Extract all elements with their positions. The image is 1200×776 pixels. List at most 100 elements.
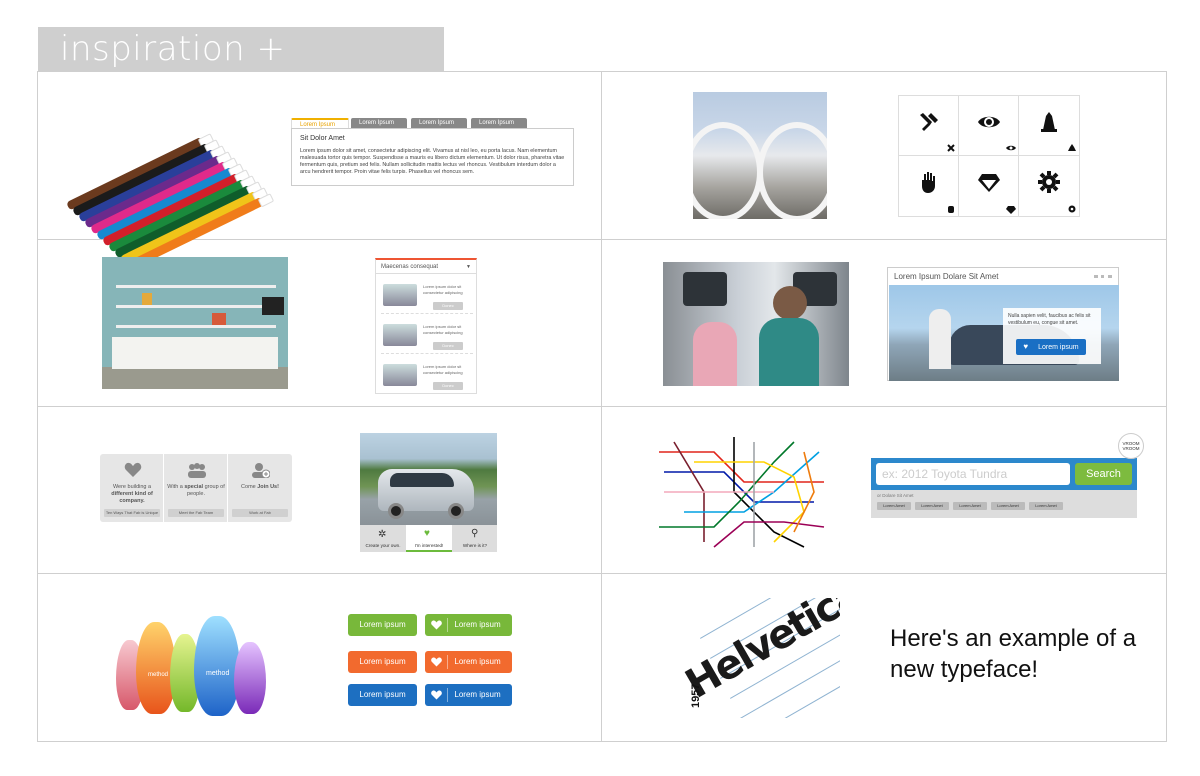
eye-icon bbox=[978, 116, 1000, 128]
heart-icon: ♥ bbox=[1023, 342, 1029, 351]
more-icon[interactable] bbox=[1094, 275, 1112, 278]
tab[interactable]: Lorem Ipsum bbox=[471, 118, 527, 128]
shelves-photo bbox=[102, 257, 288, 389]
lorem-heart-button-blue[interactable]: Lorem ipsum bbox=[425, 684, 512, 706]
donec-button[interactable]: Donec bbox=[433, 382, 463, 390]
lorem-heart-button-orange[interactable]: Lorem ipsum bbox=[425, 651, 512, 673]
icon-cell[interactable] bbox=[899, 156, 959, 216]
person-body bbox=[759, 318, 819, 386]
icon-grid bbox=[898, 95, 1080, 217]
ad-title: Lorem Ipsum Dolare Sit Amet bbox=[894, 272, 999, 281]
donec-button[interactable]: Donec bbox=[433, 302, 463, 310]
car-interior-photo bbox=[663, 262, 849, 386]
building-photo bbox=[693, 92, 827, 219]
lorem-button-green[interactable]: Lorem ipsum bbox=[348, 614, 417, 636]
van-option-interested[interactable]: ♥ I'm interested! bbox=[406, 525, 452, 552]
typeface-caption: Here's an example of a new typeface! bbox=[890, 625, 1137, 683]
lorem-button-blue[interactable]: Lorem ipsum bbox=[348, 684, 417, 706]
search-input[interactable]: ex: 2012 Toyota Tundra bbox=[876, 463, 1070, 485]
search-chip[interactable]: Lorem Amet bbox=[877, 502, 911, 510]
car-thumbnail bbox=[383, 324, 417, 346]
van-widget: ✲ Create your own. ♥ I'm interested! ⚲ W… bbox=[360, 433, 497, 552]
list-item[interactable]: Lorem ipsum dolor sit consectetur adipis… bbox=[381, 280, 473, 314]
people-shape bbox=[929, 309, 951, 369]
close-icon bbox=[947, 144, 955, 152]
heart-icon bbox=[431, 690, 442, 700]
fab-button[interactable]: Work at Fab bbox=[232, 509, 288, 517]
fab-column: Come Join Us! Work at Fab bbox=[228, 454, 292, 522]
ad-text: Nulla sapien velit, faucibus ac felis si… bbox=[1008, 313, 1091, 326]
ad-textbox: Nulla sapien velit, faucibus ac felis si… bbox=[1003, 308, 1101, 364]
icon-cell[interactable] bbox=[959, 156, 1019, 216]
search-chip[interactable]: Lorem Amet bbox=[915, 502, 949, 510]
shelf bbox=[116, 285, 276, 288]
screen bbox=[683, 272, 727, 306]
car-thumbnail bbox=[383, 364, 417, 386]
map-pin-icon: ⚲ bbox=[471, 528, 479, 539]
gear-icon bbox=[1038, 171, 1060, 193]
tab[interactable]: Lorem Ipsum bbox=[351, 118, 407, 128]
fab-text: With a special group of people. bbox=[167, 484, 225, 497]
donec-button[interactable]: Donec bbox=[433, 342, 463, 350]
diamond-icon bbox=[978, 174, 1000, 192]
van-option-create[interactable]: ✲ Create your own. bbox=[360, 525, 406, 552]
lorem-heart-button-green[interactable]: Lorem ipsum bbox=[425, 614, 512, 636]
fab-column: Were building a different kind of compan… bbox=[100, 454, 164, 522]
divider bbox=[38, 573, 1166, 574]
divider bbox=[38, 406, 1166, 407]
cabinet bbox=[112, 337, 278, 369]
shelf bbox=[116, 305, 276, 308]
tab[interactable]: Lorem Ipsum bbox=[291, 118, 349, 128]
list-widget: Maecenas consequat ▼ Lorem ipsum dolor s… bbox=[375, 258, 477, 394]
icon-cell[interactable] bbox=[899, 96, 959, 156]
fab-button[interactable]: Ten Ways That Fab is Unique bbox=[104, 509, 160, 517]
tube-map bbox=[659, 437, 825, 548]
gear-icon bbox=[1068, 205, 1076, 213]
hand-icon bbox=[948, 206, 954, 213]
ad-widget: Lorem Ipsum Dolare Sit Amet Nulla sapien… bbox=[887, 267, 1119, 381]
list-header-label: Maecenas consequat bbox=[381, 264, 439, 270]
car-thumbnail bbox=[383, 284, 417, 306]
fab-column: With a special group of people. Meet the… bbox=[164, 454, 228, 522]
chevron-down-icon: ▼ bbox=[466, 264, 471, 270]
icon-cell[interactable] bbox=[959, 96, 1019, 156]
separator bbox=[447, 655, 448, 669]
bell-icon bbox=[1041, 112, 1057, 132]
person-head bbox=[773, 286, 807, 320]
list-header[interactable]: Maecenas consequat ▼ bbox=[376, 260, 476, 274]
search-chip[interactable]: Lorem Amet bbox=[953, 502, 987, 510]
van-window bbox=[390, 473, 454, 487]
panel-body: Lorem ipsum dolor sit amet, consectetur … bbox=[300, 148, 565, 175]
ad-cta-button[interactable]: ♥ Lorem ipsum bbox=[1016, 339, 1086, 355]
bottle-label: method bbox=[148, 672, 169, 678]
bottle bbox=[234, 642, 266, 714]
book bbox=[142, 293, 152, 305]
bell-icon bbox=[1068, 144, 1076, 151]
search-button[interactable]: Search bbox=[1075, 463, 1132, 485]
bottle bbox=[194, 616, 240, 716]
icon-cell[interactable] bbox=[1019, 96, 1079, 156]
book bbox=[212, 313, 226, 325]
add-user-icon bbox=[252, 463, 270, 478]
panel-heading: Sit Dolor Amet bbox=[300, 135, 345, 142]
bottle-label: method bbox=[206, 670, 230, 677]
helvetica-year: 1957 bbox=[690, 683, 702, 708]
separator bbox=[447, 688, 448, 702]
heart-icon: ♥ bbox=[424, 528, 430, 539]
search-chip[interactable]: Lorem Amet bbox=[991, 502, 1025, 510]
list-item-text: Lorem ipsum dolor sit consectetur adipis… bbox=[423, 364, 463, 375]
icon-cell[interactable] bbox=[1019, 156, 1079, 216]
lorem-button-orange[interactable]: Lorem ipsum bbox=[348, 651, 417, 673]
divider bbox=[601, 72, 602, 741]
ad-header: Lorem Ipsum Dolare Sit Amet bbox=[888, 268, 1118, 284]
fab-text: Come Join Us! bbox=[241, 484, 279, 490]
divider bbox=[38, 239, 1166, 240]
list-item[interactable]: Lorem ipsum dolor sit consectetur adipis… bbox=[381, 360, 473, 394]
search-chip[interactable]: Lorem Amet bbox=[1029, 502, 1063, 510]
heart-icon bbox=[431, 657, 442, 667]
tab[interactable]: Lorem Ipsum bbox=[411, 118, 467, 128]
markers-image bbox=[58, 82, 265, 271]
van-option-where[interactable]: ⚲ Where is it? bbox=[452, 525, 498, 552]
fab-button[interactable]: Meet the Fab Team bbox=[168, 509, 224, 517]
list-item[interactable]: Lorem ipsum dolor sit consectetur adipis… bbox=[381, 320, 473, 354]
